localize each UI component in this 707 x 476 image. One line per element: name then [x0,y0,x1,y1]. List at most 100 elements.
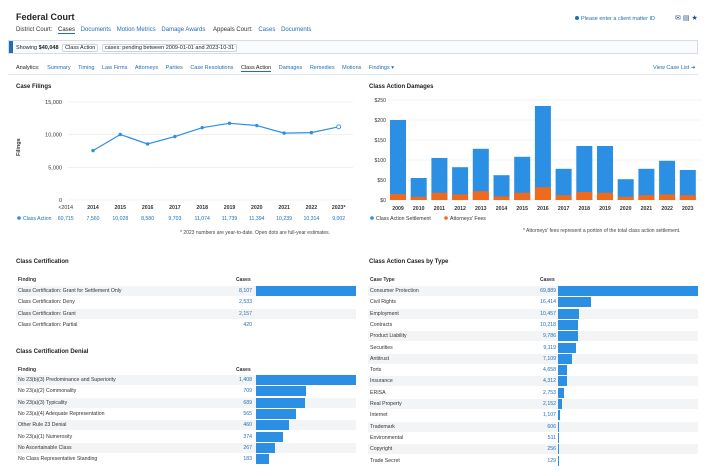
damages-chart: $0 $50 $100 $150 $200 $250 2009 2010 2011 2012 201… [370,98,702,222]
bar-settlement [659,160,676,200]
appeals-documents-link[interactable]: Documents [281,27,311,33]
row-value: 2,157 [239,310,252,317]
table-row[interactable]: Other Rule 23 Denial 460 [16,420,356,431]
district-cases-link[interactable]: Cases [58,27,76,34]
table-row[interactable]: Contracts 10,218 [368,319,698,330]
data-point [282,131,286,135]
table-row[interactable]: No 23(a)(1) Numerosity 374 [16,431,356,442]
tab-summary[interactable]: Summary [47,65,71,71]
data-point [200,125,204,130]
table-row[interactable]: Trade Secret 129 [368,455,698,466]
row-label: Trade Secret [370,457,400,464]
table-row[interactable]: Securities 9,119 [368,342,698,353]
x-tick-label: 2023 [682,206,694,212]
filter-chip-class-action[interactable]: Class Action [62,44,99,52]
row-bar [256,454,269,465]
row-bar [558,432,559,443]
value-label: 10,028 [112,216,128,222]
table-row[interactable]: Real Property 2,152 [368,399,698,409]
bar-fees [410,196,427,200]
value-label: 10,239 [276,216,292,222]
tab-case-resolutions[interactable]: Case Resolutions [190,65,233,71]
tab-damages[interactable]: Damages [279,65,303,71]
bar-settlement [390,120,406,200]
legend-dot [17,216,21,220]
row-label: Trademark [370,423,395,430]
table-row[interactable]: No 23(b)(3) Predominance and Superiority… [16,375,356,385]
filter-chip-pending[interactable]: cases: pending between 2009-01-01 and 20… [101,44,238,52]
tab-findings[interactable]: Findings ▾ [369,65,394,71]
value-label: 11,394 [249,216,265,222]
row-value: 8,107 [239,288,252,294]
table-row[interactable]: Internet 1,107 [368,410,698,421]
row-label: Insurance [370,378,393,385]
damages-title: Class Action Damages [369,84,434,90]
row-label: Employment [370,310,399,317]
row-label: Contracts [370,321,393,328]
table-row[interactable]: No 23(a)(4) Adequate Representation 565 [16,408,356,419]
table-row[interactable]: Antitrust 7,109 [368,353,698,364]
tab-timing[interactable]: Timing [78,65,94,71]
email-icon[interactable]: ✉ [675,15,683,22]
client-matter-link[interactable]: Please enter a client matter ID [575,16,655,22]
table-row[interactable]: Class Certification: Partial 420 [16,320,356,330]
legend-settlement: Class Action Settlement [376,216,431,222]
table-row[interactable]: No Class Representative Standing 183 [16,454,356,465]
table-row[interactable]: No 23(a)(3) Typicality 689 [16,397,356,408]
table-row[interactable]: Civil Rights 16,414 [368,297,698,308]
case-filings-note: * 2023 numbers are year-to-date. Open do… [180,230,331,236]
bar-fees [638,195,655,200]
tab-attorneys[interactable]: Attorneys [135,65,158,71]
legend-dot-fees [444,216,448,220]
x-tick-label: 2012 [454,206,466,212]
table-row[interactable]: Consumer Protection 69,889 [368,286,698,296]
row-label: Class Certification: Deny [18,299,75,306]
y-axis-label: Filings [16,138,22,156]
y-tick-label: $50 [377,178,386,184]
client-matter-text: Please enter a client matter ID [581,16,655,22]
table-row[interactable]: Copyright 256 [368,444,698,455]
row-label: No 23(a)(3) Typicality [18,399,68,406]
row-bar [558,353,573,364]
by-type-col-cases: Cases [540,277,555,283]
table-row[interactable]: ERISA 2,753 [368,387,698,398]
tab-remedies[interactable]: Remedies [310,65,335,71]
row-bar [558,399,563,409]
row-bar [558,444,559,455]
row-bar [558,365,568,376]
damage-awards-link[interactable]: Damage Awards [161,27,205,33]
row-bar [558,342,577,353]
x-tick-label: 2016 [142,205,154,211]
district-documents-link[interactable]: Documents [81,27,111,33]
table-row[interactable]: Class Certification: Grant for Settlemen… [16,286,356,296]
table-row[interactable]: Class Certification: Deny 2,533 [16,297,356,307]
view-case-list-link[interactable]: View Case List ➜ [653,65,695,71]
x-tick-label: 2011 [434,206,445,212]
table-row[interactable]: Product Liability 9,786 [368,331,698,342]
star-icon[interactable]: ★ [692,15,700,22]
document-icon[interactable]: ▤ [683,15,692,22]
y-tick-label: $0 [380,198,386,204]
table-row[interactable]: No 23(a)(2) Commonality 709 [16,386,356,397]
table-row[interactable]: Insurance 4,312 [368,376,698,387]
bar-settlement [410,178,427,200]
tab-class-action[interactable]: Class Action [240,65,272,72]
table-row[interactable]: No Ascertainable Class 267 [16,442,356,453]
tab-law-firms[interactable]: Law Firms [102,65,127,71]
motion-metrics-link[interactable]: Motion Metrics [117,27,156,33]
table-row[interactable]: Environmental 511 [368,432,698,443]
info-icon [575,16,579,20]
table-row[interactable]: Torts 4,658 [368,365,698,376]
table-row[interactable]: Trademark 606 [368,421,698,432]
appeals-cases-link[interactable]: Cases [258,27,275,33]
data-point [255,123,259,128]
x-tick-label: 2019 [224,205,236,211]
table-row[interactable]: Employment 10,457 [368,308,698,319]
tab-parties[interactable]: Parties [166,65,183,71]
y-tick-label: 10,000 [45,133,62,139]
tab-motions[interactable]: Motions [342,65,361,71]
row-label: Copyright [370,446,393,453]
x-tick-label: 2009 [392,206,404,212]
y-tick-label: $100 [374,158,386,164]
table-row[interactable]: Class Certification: Grant 2,157 [16,308,356,319]
